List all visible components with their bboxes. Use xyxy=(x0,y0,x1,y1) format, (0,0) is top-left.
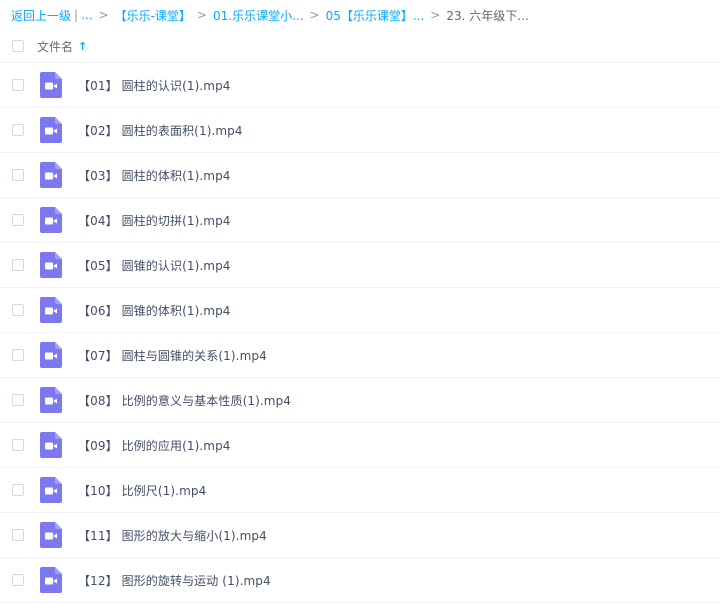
breadcrumb-item[interactable]: 01.乐乐课堂小... xyxy=(213,7,304,24)
file-checkbox[interactable] xyxy=(12,124,24,136)
file-row[interactable]: 【08】 比例的意义与基本性质(1).mp4 xyxy=(0,378,720,423)
file-checkbox[interactable] xyxy=(12,259,24,271)
file-name[interactable]: 【08】 比例的意义与基本性质(1).mp4 xyxy=(78,392,291,409)
file-row[interactable]: 【06】 圆锥的体积(1).mp4 xyxy=(0,288,720,333)
breadcrumb-ellipsis[interactable]: ... xyxy=(81,8,92,22)
file-row[interactable]: 【05】 圆锥的认识(1).mp4 xyxy=(0,243,720,288)
back-link[interactable]: 返回上一级 xyxy=(11,7,71,24)
file-name[interactable]: 【10】 比例尺(1).mp4 xyxy=(78,482,206,499)
file-name[interactable]: 【07】 圆柱与圆锥的关系(1).mp4 xyxy=(78,347,267,364)
video-file-icon xyxy=(40,72,62,98)
select-all-checkbox[interactable] xyxy=(12,40,24,52)
column-filename[interactable]: 文件名 xyxy=(37,38,73,55)
video-file-icon xyxy=(40,567,62,593)
file-name[interactable]: 【03】 圆柱的体积(1).mp4 xyxy=(78,167,231,184)
video-file-icon xyxy=(40,522,62,548)
video-file-icon xyxy=(40,432,62,458)
breadcrumb-item[interactable]: 05【乐乐课堂】... xyxy=(326,7,425,24)
arrow-up-icon[interactable]: ↑ xyxy=(78,40,87,53)
video-file-icon xyxy=(40,342,62,368)
video-file-icon xyxy=(40,207,62,233)
file-checkbox[interactable] xyxy=(12,79,24,91)
breadcrumb-item[interactable]: 【乐乐-课堂】 xyxy=(115,7,191,24)
breadcrumb-separator: > xyxy=(196,8,207,22)
file-checkbox[interactable] xyxy=(12,349,24,361)
file-name[interactable]: 【01】 圆柱的认识(1).mp4 xyxy=(78,77,231,94)
file-checkbox[interactable] xyxy=(12,529,24,541)
file-name[interactable]: 【09】 比例的应用(1).mp4 xyxy=(78,437,231,454)
file-checkbox[interactable] xyxy=(12,439,24,451)
file-row[interactable]: 【01】 圆柱的认识(1).mp4 xyxy=(0,63,720,108)
file-name[interactable]: 【06】 圆锥的体积(1).mp4 xyxy=(78,302,231,319)
video-file-icon xyxy=(40,297,62,323)
file-list-header: 文件名 ↑ xyxy=(0,30,720,63)
file-name[interactable]: 【11】 图形的放大与缩小(1).mp4 xyxy=(78,527,267,544)
file-row[interactable]: 【07】 圆柱与圆锥的关系(1).mp4 xyxy=(0,333,720,378)
file-checkbox[interactable] xyxy=(12,394,24,406)
breadcrumb-separator: > xyxy=(309,8,320,22)
video-file-icon xyxy=(40,162,62,188)
file-checkbox[interactable] xyxy=(12,169,24,181)
file-list: 【01】 圆柱的认识(1).mp4 【02】 圆柱的表面积(1).mp4 【03】 … xyxy=(0,63,720,603)
breadcrumb-separator: > xyxy=(98,8,109,22)
file-name[interactable]: 【12】 图形的旋转与运动 (1).mp4 xyxy=(78,572,271,589)
file-row[interactable]: 【04】 圆柱的切拼(1).mp4 xyxy=(0,198,720,243)
file-checkbox[interactable] xyxy=(12,304,24,316)
breadcrumb: 返回上一级 | ... > 【乐乐-课堂】 > 01.乐乐课堂小... > 05… xyxy=(0,0,720,30)
file-row[interactable]: 【10】 比例尺(1).mp4 xyxy=(0,468,720,513)
file-checkbox[interactable] xyxy=(12,214,24,226)
video-file-icon xyxy=(40,117,62,143)
file-name[interactable]: 【04】 圆柱的切拼(1).mp4 xyxy=(78,212,231,229)
file-checkbox[interactable] xyxy=(12,484,24,496)
breadcrumb-divider: | xyxy=(74,8,79,22)
file-row[interactable]: 【12】 图形的旋转与运动 (1).mp4 xyxy=(0,558,720,603)
file-row[interactable]: 【11】 图形的放大与缩小(1).mp4 xyxy=(0,513,720,558)
file-row[interactable]: 【03】 圆柱的体积(1).mp4 xyxy=(0,153,720,198)
video-file-icon xyxy=(40,477,62,503)
video-file-icon xyxy=(40,252,62,278)
breadcrumb-current: 23. 六年级下... xyxy=(446,8,529,23)
file-name[interactable]: 【05】 圆锥的认识(1).mp4 xyxy=(78,257,231,274)
file-checkbox[interactable] xyxy=(12,574,24,586)
file-row[interactable]: 【09】 比例的应用(1).mp4 xyxy=(0,423,720,468)
breadcrumb-separator: > xyxy=(430,8,441,22)
file-row[interactable]: 【02】 圆柱的表面积(1).mp4 xyxy=(0,108,720,153)
file-name[interactable]: 【02】 圆柱的表面积(1).mp4 xyxy=(78,122,243,139)
video-file-icon xyxy=(40,387,62,413)
